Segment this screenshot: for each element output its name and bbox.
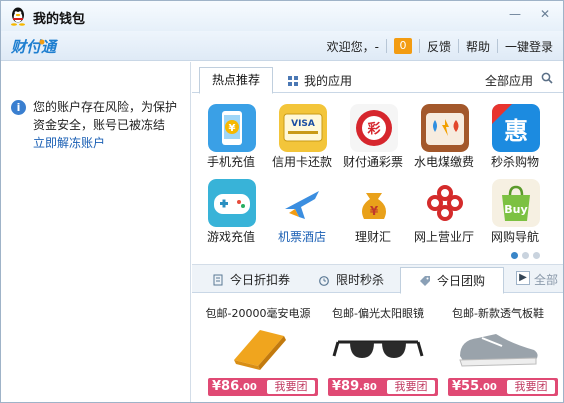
price-bar: ¥89.80 我要团 [328, 378, 438, 396]
app-label: 网购导航 [490, 230, 539, 244]
account-panel: i 您的账户存在风险，为保护资金安全，账号已被冻结 立即解冻账户 [1, 62, 191, 402]
close-button[interactable]: ✕ [536, 7, 554, 23]
svg-text:Buy: Buy [504, 203, 527, 216]
tab-my-apps-label: 我的应用 [304, 74, 353, 88]
product-name: 包邮-20000毫安电源 [205, 307, 311, 320]
qq-penguin-icon [11, 7, 25, 26]
join-group-button[interactable]: 我要团 [387, 380, 435, 394]
title-bar: 我的钱包 — ✕ [1, 1, 563, 31]
unfreeze-account-link[interactable]: 立即解冻账户 [33, 134, 186, 152]
product-price: ¥86.00 [212, 379, 257, 394]
tab-group-label: 今日团购 [436, 274, 485, 288]
svg-text:惠: 惠 [504, 117, 528, 145]
app-wealth[interactable]: ¥ 理财汇 [337, 169, 409, 249]
divider [496, 39, 498, 53]
tag-icon [419, 275, 430, 286]
svg-text:VISA: VISA [291, 119, 315, 129]
product-price: ¥55.00 [452, 379, 497, 394]
deal-tabs: 今日折扣券 限时秒杀 今日团购 ▶ 全部 [192, 264, 563, 294]
tab-my-apps[interactable]: 我的应用 [288, 72, 352, 89]
product-card[interactable]: 包邮-偏光太阳眼镜 ¥89.80 我要团 [318, 294, 438, 402]
app-flash-sale[interactable]: 惠 秒杀购物 [479, 94, 551, 174]
coupon-icon [213, 274, 223, 285]
risk-warning: i 您的账户存在风险，为保护资金安全，账号已被冻结 立即解冻账户 [11, 98, 186, 152]
minimize-button[interactable]: — [506, 7, 524, 23]
credit-card-icon: VISA [279, 104, 327, 152]
price-bar: ¥86.00 我要团 [208, 378, 318, 396]
lottery-icon: 彩 [350, 104, 398, 152]
group-buy-products: 包邮-20000毫安电源 ¥86.00 我要团 包邮-偏光太阳眼镜 ¥89.80… [192, 294, 563, 402]
one-click-login-link[interactable]: 一键登录 [505, 38, 553, 55]
svg-text:¥: ¥ [229, 123, 236, 134]
pager-dot-active[interactable] [511, 252, 518, 259]
app-label: 秒杀购物 [490, 155, 539, 169]
app-utility-bill[interactable]: 水电煤缴费 [408, 94, 480, 174]
feedback-link[interactable]: 反馈 [427, 38, 451, 55]
china-unicom-icon [421, 179, 469, 227]
app-flight-hotel[interactable]: 机票酒店 [266, 169, 338, 249]
all-apps-link[interactable]: 全部应用 [485, 72, 533, 89]
pager-dot[interactable] [533, 252, 540, 259]
tab-discount-coupon[interactable]: 今日折扣券 [212, 271, 290, 288]
header-bar: 财付通 欢迎您，- 0 反馈 帮助 一键登录 [1, 31, 563, 61]
wallet-window: 我的钱包 — ✕ 财付通 欢迎您，- 0 反馈 帮助 一键登录 i 您的账户存在… [0, 0, 564, 403]
join-group-button[interactable]: 我要团 [507, 380, 555, 394]
tab-group-buy[interactable]: 今日团购 [400, 267, 504, 294]
app-grid: ¥ 手机充值 VISA 信用卡还款 彩 财付通彩票 水电煤缴费 惠 秒杀购物 游… [192, 94, 563, 264]
power-bank-image [234, 330, 286, 370]
sneaker-image [459, 334, 538, 367]
product-name: 包邮-偏光太阳眼镜 [332, 307, 424, 320]
join-group-button[interactable]: 我要团 [267, 380, 315, 394]
alarm-clock-icon [319, 275, 329, 286]
risk-warning-text: 您的账户存在风险，为保护资金安全，账号已被冻结 [33, 100, 178, 132]
grid-icon [288, 75, 298, 86]
all-deals-link[interactable]: 全部 [534, 271, 558, 288]
header-links: 欢迎您，- 0 反馈 帮助 一键登录 [327, 38, 553, 54]
welcome-text: 欢迎您，- [326, 39, 379, 54]
sunglasses-image [332, 340, 424, 358]
pager-dot[interactable] [522, 252, 529, 259]
app-online-hall[interactable]: 网上营业厅 [408, 169, 480, 249]
airplane-icon [279, 179, 327, 227]
scroll-right-icon[interactable]: ▶ [516, 271, 530, 285]
help-link[interactable]: 帮助 [466, 38, 490, 55]
app-credit-card[interactable]: VISA 信用卡还款 [266, 94, 338, 174]
app-phone-recharge[interactable]: ¥ 手机充值 [195, 94, 267, 174]
money-bag-icon: ¥ [350, 179, 398, 227]
tab-flash-label: 限时秒杀 [336, 273, 385, 287]
message-count-badge[interactable]: 0 [393, 38, 412, 54]
search-icon[interactable] [541, 72, 553, 84]
game-controller-icon [208, 179, 256, 227]
app-game-recharge[interactable]: 游戏充值 [195, 169, 267, 249]
divider [385, 39, 387, 53]
utility-bill-icon [421, 104, 469, 152]
product-price: ¥89.80 [332, 379, 377, 394]
divider [457, 39, 459, 53]
tenpay-logo: 财付通 [11, 38, 59, 56]
app-shopping-guide[interactable]: Buy 网购导航 [479, 169, 551, 249]
flash-sale-icon: 惠 [492, 104, 540, 152]
info-icon: i [11, 100, 26, 115]
svg-text:¥: ¥ [370, 204, 379, 218]
product-card[interactable]: 包邮-20000毫安电源 ¥86.00 我要团 [198, 294, 318, 402]
carousel-pager [511, 252, 540, 259]
tab-flash-sale[interactable]: 限时秒杀 [318, 271, 384, 288]
app-tabs: 热点推荐 我的应用 全部应用 [192, 62, 563, 94]
tab-discount-label: 今日折扣券 [230, 273, 291, 287]
tab-hot-recommend[interactable]: 热点推荐 [199, 67, 273, 94]
app-lottery[interactable]: 彩 财付通彩票 [337, 94, 409, 174]
window-title: 我的钱包 [33, 12, 86, 27]
phone-recharge-icon: ¥ [208, 104, 256, 152]
product-name: 包邮-新款透气板鞋 [452, 307, 544, 320]
product-card[interactable]: 包邮-新款透气板鞋 ¥55.00 我要团 [438, 294, 558, 402]
svg-text:彩: 彩 [366, 121, 380, 137]
divider [418, 39, 420, 53]
price-bar: ¥55.00 我要团 [448, 378, 558, 396]
buy-bag-icon: Buy [492, 179, 540, 227]
svg-text:财付通: 财付通 [11, 38, 59, 56]
